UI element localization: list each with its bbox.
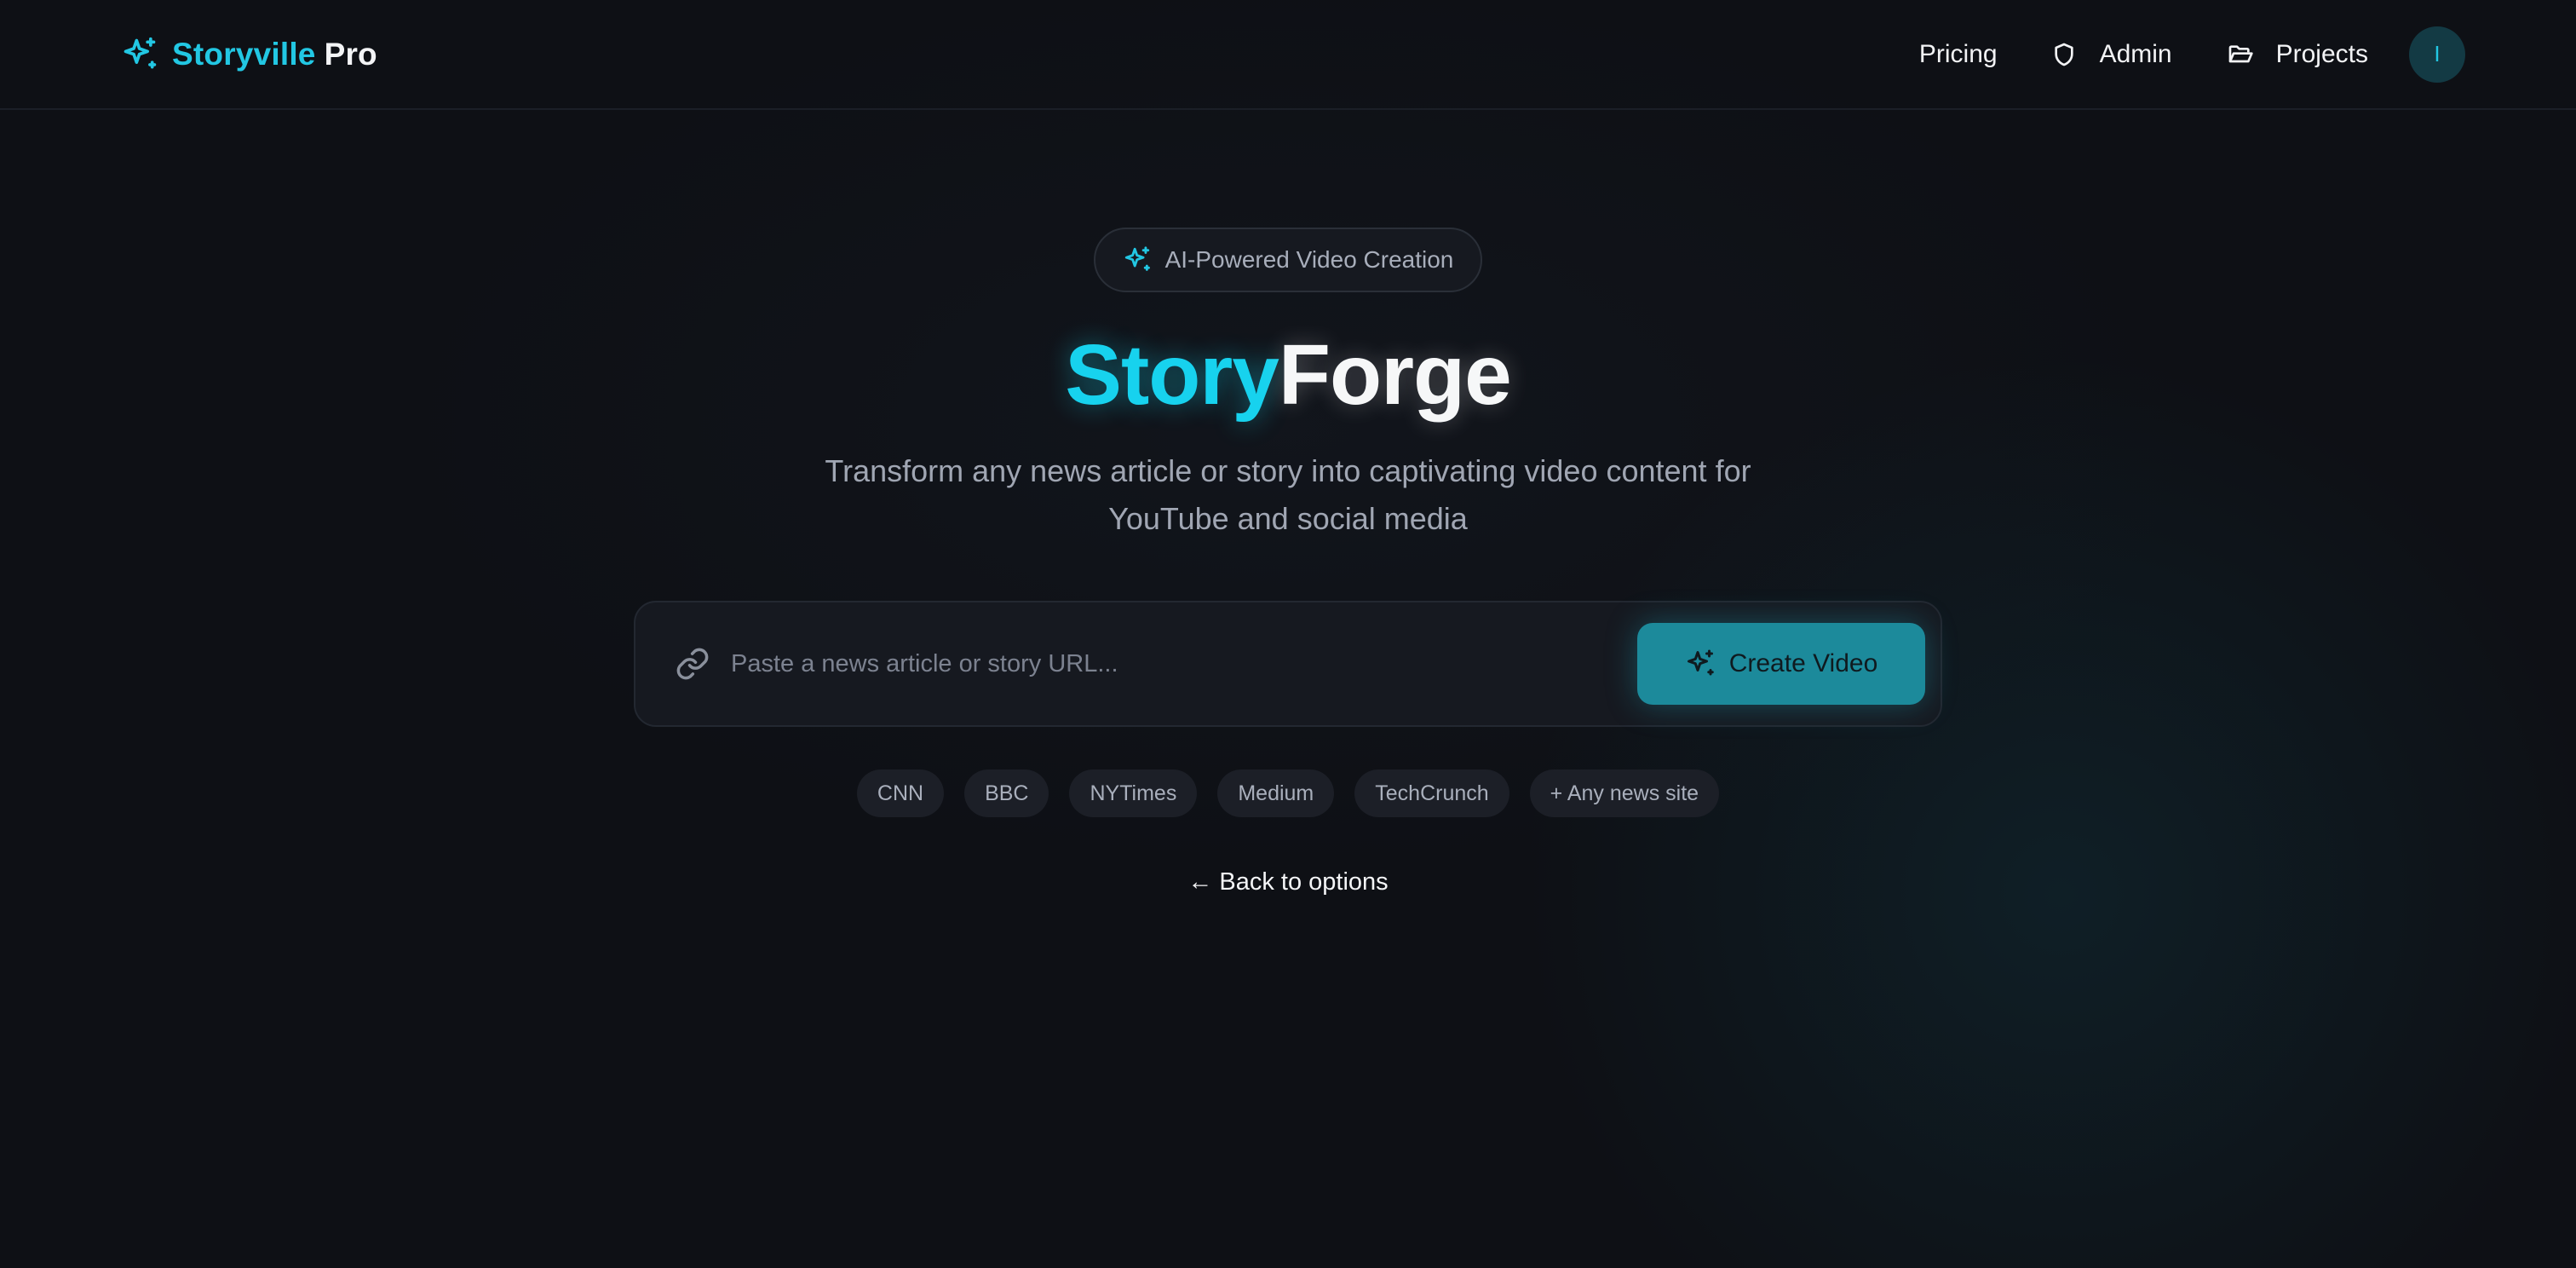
nav-projects-label: Projects bbox=[2275, 39, 2368, 68]
brand-suffix: Pro bbox=[324, 36, 377, 72]
title-highlight: Story bbox=[1065, 327, 1279, 423]
page-title: StoryForge bbox=[1065, 327, 1512, 423]
source-chip-medium[interactable]: Medium bbox=[1217, 769, 1335, 817]
nav-admin[interactable]: Admin bbox=[2050, 40, 2172, 69]
link-icon bbox=[676, 648, 709, 680]
create-video-label: Create Video bbox=[1728, 649, 1878, 677]
page-subtitle: Transform any news article or story into… bbox=[811, 447, 1765, 543]
sparkles-icon bbox=[1124, 246, 1150, 271]
brand-name: Storyville bbox=[172, 36, 316, 72]
avatar-initial: I bbox=[2434, 41, 2441, 66]
shield-icon bbox=[2054, 43, 2073, 66]
nav-menu: Pricing Admin Projects I bbox=[1919, 26, 2465, 83]
feature-badge: AI-Powered Video Creation bbox=[1093, 228, 1483, 292]
subtitle-line-2: YouTube and social media bbox=[1108, 501, 1468, 536]
folder-open-icon bbox=[2228, 44, 2253, 62]
nav-pricing-label: Pricing bbox=[1918, 39, 1998, 68]
top-navbar: Storyville Pro Pricing Admin Projects I bbox=[0, 0, 2576, 110]
nav-admin-label: Admin bbox=[2099, 39, 2172, 68]
url-input[interactable] bbox=[731, 649, 1637, 678]
sparkles-icon bbox=[124, 37, 157, 68]
source-chip-bbc[interactable]: BBC bbox=[964, 769, 1049, 817]
url-input-box: Create Video bbox=[634, 601, 1942, 727]
source-chip-techcrunch[interactable]: TechCrunch bbox=[1354, 769, 1509, 817]
badge-label: AI-Powered Video Creation bbox=[1164, 246, 1454, 273]
user-avatar[interactable]: I bbox=[2409, 26, 2465, 83]
subtitle-line-1: Transform any news article or story into… bbox=[825, 453, 1751, 488]
sparkles-icon bbox=[1687, 649, 1714, 676]
source-chip-nytimes[interactable]: NYTimes bbox=[1069, 769, 1198, 817]
back-to-options-link[interactable]: ← Back to options bbox=[1187, 868, 1388, 896]
hero-section: AI-Powered Video Creation StoryForge Tra… bbox=[0, 110, 2576, 896]
source-chips: CNN BBC NYTimes Medium TechCrunch + Any … bbox=[856, 769, 1720, 817]
source-chip-cnn[interactable]: CNN bbox=[856, 769, 945, 817]
nav-projects[interactable]: Projects bbox=[2227, 40, 2368, 69]
title-rest: Forge bbox=[1278, 327, 1512, 423]
source-chip-any[interactable]: + Any news site bbox=[1529, 769, 1720, 817]
nav-pricing[interactable]: Pricing bbox=[1919, 40, 1998, 69]
brand-logo[interactable]: Storyville Pro bbox=[121, 36, 377, 73]
create-video-button[interactable]: Create Video bbox=[1637, 623, 1925, 705]
